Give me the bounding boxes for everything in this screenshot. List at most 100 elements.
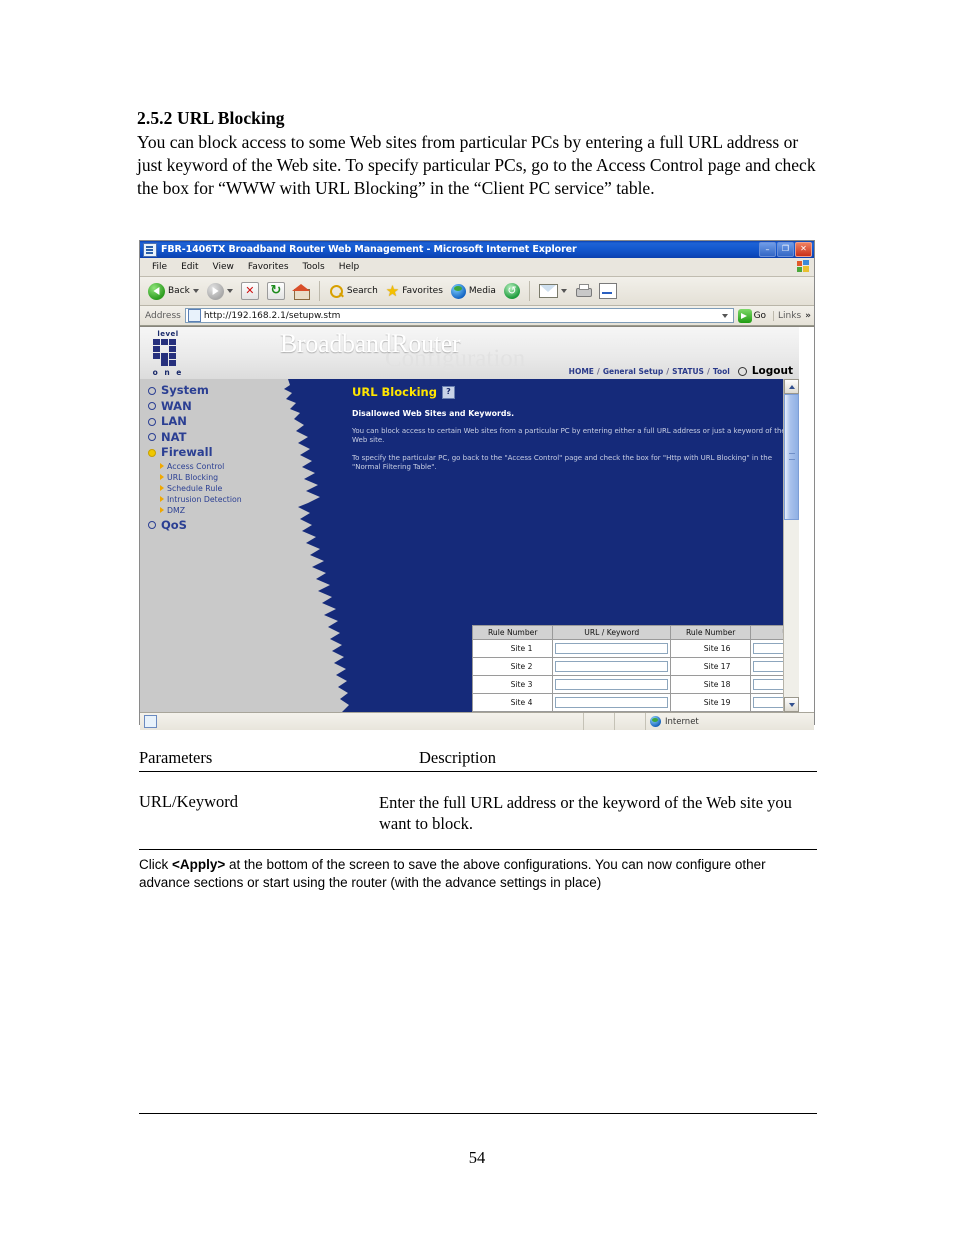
history-icon: [503, 283, 520, 299]
refresh-icon: [266, 282, 285, 300]
status-page-icon: [144, 715, 157, 728]
menu-item-favorites[interactable]: Favorites: [241, 261, 296, 273]
status-segment-1: [584, 713, 615, 730]
menu-item-file[interactable]: File: [145, 261, 174, 273]
sidebar-item-system[interactable]: System: [146, 383, 296, 399]
header-url-keyword-left: URL / Keyword: [552, 625, 671, 640]
toolbar-divider-2: [528, 281, 530, 301]
mail-icon: [538, 284, 558, 298]
sidebar-subitem-url-blocking[interactable]: URL Blocking: [146, 472, 296, 483]
router-banner: level o n e Configuration BroadbandRoute…: [140, 327, 799, 379]
url-table-header-row: Rule Number URL / Keyword Rule Number UR…: [471, 625, 799, 640]
search-button[interactable]: Search: [326, 283, 381, 300]
address-input[interactable]: http://192.168.2.1/setupw.stm: [184, 308, 734, 323]
nav-logout[interactable]: Logout: [752, 365, 793, 377]
url-keyword-cell-left: [552, 657, 671, 676]
nav-general-setup[interactable]: General Setup: [603, 367, 663, 376]
header-rule-number-left: Rule Number: [471, 625, 554, 640]
menu-item-view[interactable]: View: [206, 261, 241, 273]
description-col-header: Description: [419, 748, 496, 767]
star-icon: ★: [385, 281, 400, 300]
internet-zone-icon: [650, 716, 661, 727]
apply-note-bold: <Apply>: [172, 856, 226, 872]
stop-button[interactable]: [238, 281, 262, 301]
mail-dropdown-icon[interactable]: [560, 289, 567, 293]
back-button[interactable]: Back: [145, 282, 202, 301]
nav-sep-2: /: [666, 366, 670, 376]
help-icon[interactable]: ?: [441, 385, 455, 399]
url-keyword-input[interactable]: [555, 661, 668, 672]
logo-mark: [153, 339, 183, 367]
sidebar-item-qos[interactable]: QoS: [146, 518, 296, 534]
menu-item-help[interactable]: Help: [332, 261, 367, 273]
media-button[interactable]: Media: [448, 283, 499, 300]
history-button[interactable]: [501, 282, 523, 300]
header-rule-number-right: Rule Number: [669, 625, 752, 640]
browser-toolbar: Back Search ★ Favorites Media: [140, 277, 814, 306]
content-heading: URL Blocking ?: [352, 385, 795, 399]
refresh-button[interactable]: [264, 281, 288, 301]
sidebar-item-lan[interactable]: LAN: [146, 414, 296, 430]
scrollbar-thumb[interactable]: [784, 394, 799, 520]
sidebar-item-wan[interactable]: WAN: [146, 399, 296, 415]
menu-item-tools[interactable]: Tools: [296, 261, 332, 273]
close-button[interactable]: ✕: [795, 242, 812, 257]
forward-button[interactable]: [204, 282, 236, 301]
bullet-icon: [148, 433, 156, 442]
table-row: Site 1 Site 16: [471, 639, 799, 658]
sidebar-subitem-dmz[interactable]: DMZ: [146, 505, 296, 516]
sidebar-item-firewall[interactable]: Firewall: [146, 445, 296, 461]
mail-button[interactable]: [536, 283, 570, 299]
parameter-name: URL/Keyword: [139, 792, 238, 811]
back-dropdown-icon[interactable]: [192, 289, 199, 293]
toolbar-divider-1: [318, 281, 320, 301]
address-value: http://192.168.2.1/setupw.stm: [203, 310, 341, 321]
chevron-right-icon[interactable]: »: [805, 311, 811, 321]
sidebar-subitem-label: Schedule Rule: [167, 483, 223, 493]
content-paragraph-1: You can block access to certain Web site…: [352, 427, 786, 445]
sidebar-item-nat[interactable]: NAT: [146, 430, 296, 446]
nav-tool[interactable]: Tool: [713, 367, 730, 376]
nav-home[interactable]: HOME: [569, 367, 594, 376]
page-scrollbar[interactable]: [783, 379, 799, 712]
browser-window: FBR-1406TX Broadband Router Web Manageme…: [139, 240, 815, 730]
url-keyword-cell-left: [552, 675, 671, 694]
forward-dropdown-icon[interactable]: [226, 289, 233, 293]
router-top-nav: HOME / General Setup / STATUS / Tool Log…: [569, 365, 793, 377]
links-label[interactable]: Links: [773, 310, 801, 321]
sidebar-subitem-schedule-rule[interactable]: Schedule Rule: [146, 483, 296, 494]
logout-radio-icon[interactable]: [737, 366, 747, 376]
url-keyword-cell-left: [552, 711, 671, 712]
triangle-right-icon: [160, 463, 164, 469]
sidebar-item-label: Firewall: [161, 445, 213, 459]
scroll-up-button[interactable]: [784, 379, 799, 394]
sidebar-subitem-access-control[interactable]: Access Control: [146, 461, 296, 472]
url-blocking-table: Rule Number URL / Keyword Rule Number UR…: [471, 625, 799, 712]
menu-item-edit[interactable]: Edit: [174, 261, 205, 273]
url-keyword-input[interactable]: [555, 697, 668, 708]
footer-divider: [139, 1113, 817, 1114]
restore-icon: ❐: [781, 244, 790, 253]
url-keyword-cell-left: [552, 639, 671, 658]
restore-button[interactable]: ❐: [777, 242, 794, 257]
minimize-button[interactable]: –: [759, 242, 776, 257]
page-icon: [187, 309, 201, 322]
apply-note: Click <Apply> at the bottom of the scree…: [139, 850, 817, 892]
url-keyword-input[interactable]: [555, 643, 668, 654]
scroll-down-button[interactable]: [784, 697, 799, 712]
home-button[interactable]: [290, 283, 313, 300]
browser-menubar: File Edit View Favorites Tools Help: [140, 258, 814, 277]
search-label: Search: [346, 286, 378, 296]
favorites-button[interactable]: ★ Favorites: [383, 283, 446, 300]
table-row: Site 4 Site 19: [471, 693, 799, 712]
go-button[interactable]: Go: [737, 308, 766, 323]
url-keyword-input[interactable]: [555, 679, 668, 690]
address-dropdown-icon[interactable]: [719, 309, 732, 322]
edit-button[interactable]: [596, 282, 620, 300]
bullet-icon: [148, 417, 156, 426]
print-button[interactable]: [572, 283, 594, 299]
nav-status[interactable]: STATUS: [672, 367, 704, 376]
sidebar-subitem-intrusion-detection[interactable]: Intrusion Detection: [146, 494, 296, 505]
apply-note-suffix: at the bottom of the screen to save the …: [139, 856, 766, 891]
url-table-body: Site 1 Site 16 Site 2 Site 17 Site 3 Site 18 S…: [471, 639, 799, 712]
